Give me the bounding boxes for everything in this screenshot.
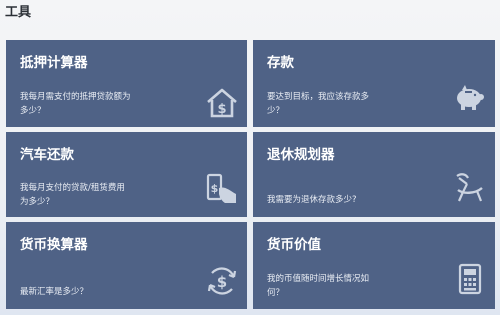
page-title: 工具 [5, 5, 32, 20]
currency-converter-description: 最新汇率是多少？ [20, 287, 89, 297]
car-payments-title: 汽车还款 [20, 147, 74, 163]
beach-chair-icon [453, 170, 487, 204]
hand-cash-icon: $ [205, 172, 239, 206]
money-value-description: 我的币值随时间增长情况如 何？ [267, 274, 370, 298]
svg-text:$: $ [217, 273, 227, 291]
savings-card[interactable]: 存款 要达到目标，我应该存款多 少？ [253, 40, 495, 127]
house-dollar-icon: $ [205, 86, 239, 120]
svg-text:$: $ [211, 182, 219, 195]
retirement-planner-title: 退休规划器 [267, 147, 335, 163]
savings-description: 要达到目标，我应该存款多 少？ [267, 92, 370, 116]
currency-converter-card[interactable]: 货币换算器 最新汇率是多少？ $ [6, 222, 247, 309]
savings-title: 存款 [267, 55, 294, 71]
calculator-icon [453, 262, 487, 296]
car-payments-card[interactable]: 汽车还款 我每月支付的贷款/租赁费用 为多少？ $ [6, 132, 247, 217]
retirement-planner-description: 我需要为退休存款多少? [267, 195, 357, 205]
money-value-card[interactable]: 货币价值 我的币值随时间增长情况如 何？ [253, 222, 495, 309]
currency-converter-title: 货币换算器 [20, 237, 88, 253]
money-value-title: 货币价值 [267, 237, 321, 253]
car-payments-description: 我每月支付的贷款/租赁费用 为多少？ [20, 183, 125, 207]
mortgage-calculator-description: 我每月需支付的抵押贷款额为 多少？ [20, 92, 131, 116]
svg-text:$: $ [217, 102, 226, 117]
currency-exchange-icon: $ [205, 264, 239, 298]
mortgage-calculator-card[interactable]: 抵押计算器 我每月需支付的抵押贷款额为 多少？ $ [6, 40, 247, 127]
retirement-planner-card[interactable]: 退休规划器 我需要为退休存款多少? [253, 132, 495, 217]
piggy-bank-icon [453, 80, 487, 114]
mortgage-calculator-title: 抵押计算器 [20, 55, 88, 71]
